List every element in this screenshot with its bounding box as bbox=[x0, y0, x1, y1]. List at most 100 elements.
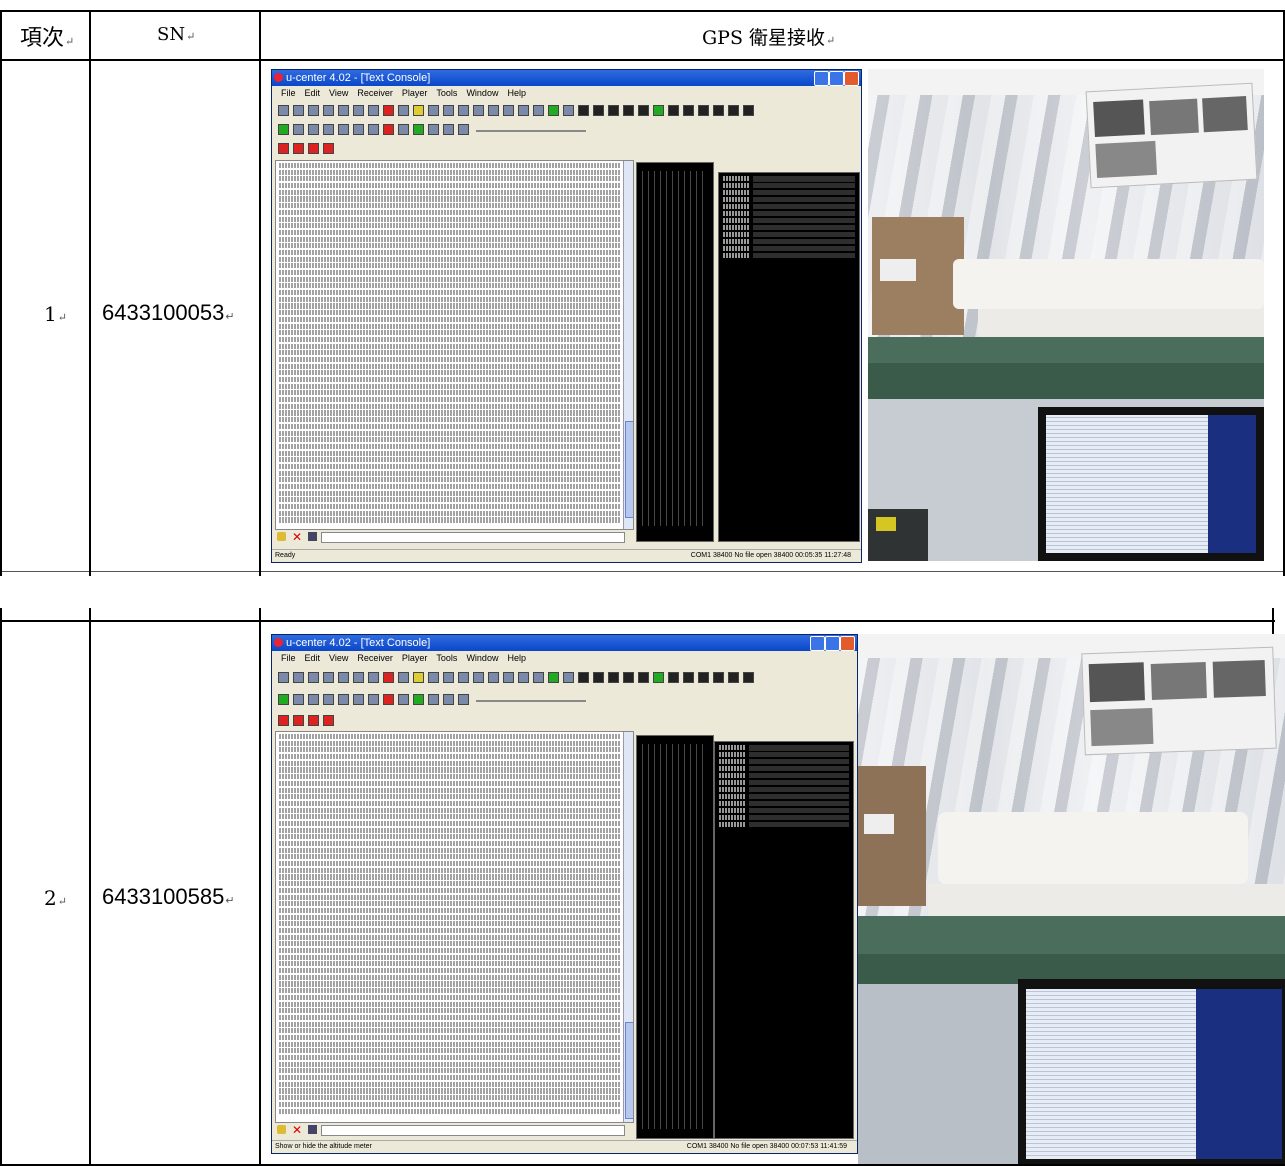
console-line bbox=[279, 477, 621, 483]
console-line bbox=[279, 504, 621, 510]
console-line bbox=[279, 941, 621, 947]
window-titlebar: u-center 4.02 - [Text Console] bbox=[272, 635, 857, 651]
console-line bbox=[279, 169, 621, 175]
data-view-row bbox=[721, 231, 857, 238]
row1-ucenter-screenshot: u-center 4.02 - [Text Console] File Edit V… bbox=[271, 69, 862, 563]
console-line bbox=[279, 954, 621, 960]
close-icon bbox=[840, 636, 855, 651]
console-line bbox=[279, 283, 621, 289]
text-console bbox=[275, 160, 634, 530]
console-line bbox=[279, 807, 621, 813]
console-line bbox=[279, 1028, 621, 1034]
data-view-row bbox=[721, 203, 857, 210]
console-line bbox=[279, 894, 621, 900]
console-line bbox=[279, 510, 621, 516]
window-title: u-center 4.02 - [Text Console] bbox=[286, 72, 431, 84]
row1-gps-setup-photo bbox=[868, 69, 1264, 561]
console-line bbox=[279, 343, 621, 349]
data-view-row bbox=[717, 745, 851, 751]
data-view-row bbox=[717, 821, 851, 828]
console-line bbox=[279, 921, 621, 927]
data-view-row bbox=[721, 210, 857, 217]
console-line bbox=[279, 901, 621, 907]
console-line bbox=[279, 249, 621, 256]
console-input-bar: ✕ bbox=[275, 530, 625, 544]
console-line bbox=[279, 747, 621, 753]
row2-sn: 6433100585↵ bbox=[102, 884, 235, 909]
menu-bar: File Edit View Receiver Player Tools Window Hel… bbox=[281, 653, 526, 663]
console-line bbox=[279, 430, 621, 436]
console-line bbox=[279, 323, 621, 329]
header-gps: GPS 衛星接收↵ bbox=[702, 27, 836, 49]
console-input-bar: ✕ bbox=[275, 1123, 625, 1137]
toolbar-3 bbox=[276, 712, 853, 728]
console-line bbox=[279, 961, 621, 967]
console-line bbox=[279, 1095, 621, 1101]
toolbar-3 bbox=[276, 140, 857, 156]
maximize-icon bbox=[829, 71, 844, 86]
console-line bbox=[279, 397, 621, 403]
console-line bbox=[279, 1001, 621, 1007]
console-scrollbar bbox=[623, 161, 633, 529]
console-line bbox=[279, 734, 621, 740]
console-line bbox=[279, 370, 621, 376]
clipped-heading-fragment bbox=[35, 0, 95, 4]
data-view-panel bbox=[718, 172, 860, 542]
console-line bbox=[279, 303, 621, 309]
console-line bbox=[279, 1108, 621, 1114]
close-icon bbox=[844, 71, 859, 86]
console-line bbox=[279, 1048, 621, 1054]
header-sn: SN↵ bbox=[157, 24, 196, 45]
console-line bbox=[279, 243, 621, 249]
console-line bbox=[279, 490, 621, 496]
console-line bbox=[279, 834, 621, 840]
console-line bbox=[279, 927, 621, 934]
data-view-row bbox=[717, 772, 851, 779]
app-icon bbox=[274, 638, 283, 647]
menu-bar: File Edit View Receiver Player Tools Window Hel… bbox=[281, 88, 526, 98]
console-line bbox=[279, 994, 621, 1000]
status-bar: Show or hide the altitude meter COM1 384… bbox=[272, 1140, 857, 1153]
maximize-icon bbox=[825, 636, 840, 651]
toolbar-2 bbox=[276, 121, 857, 137]
row2-item-no: 2↵ bbox=[44, 886, 67, 910]
console-line bbox=[279, 780, 621, 786]
console-line bbox=[279, 229, 621, 235]
console-line bbox=[279, 350, 621, 356]
console-line bbox=[279, 767, 621, 773]
data-view-row bbox=[721, 217, 857, 224]
data-view-row bbox=[721, 189, 857, 196]
minimize-icon bbox=[814, 71, 829, 86]
console-line bbox=[279, 774, 621, 780]
console-line bbox=[279, 841, 621, 847]
console-line bbox=[279, 216, 621, 222]
header-item-no: 項次↵ bbox=[20, 26, 75, 51]
console-line bbox=[279, 1055, 621, 1061]
data-view-row bbox=[717, 793, 851, 800]
data-view-row bbox=[717, 807, 851, 814]
minimize-icon bbox=[810, 636, 825, 651]
console-line bbox=[279, 417, 621, 423]
console-line bbox=[279, 517, 621, 523]
data-view-row bbox=[721, 196, 857, 203]
row1-sn: 6433100053↵ bbox=[102, 300, 235, 325]
console-scrollbar bbox=[623, 732, 633, 1122]
console-line bbox=[279, 1008, 621, 1014]
console-line bbox=[279, 820, 621, 827]
data-view-row bbox=[717, 786, 851, 793]
console-line bbox=[279, 740, 621, 746]
console-line bbox=[279, 1088, 621, 1094]
console-line bbox=[279, 1061, 621, 1067]
console-line bbox=[279, 968, 621, 974]
console-line bbox=[279, 183, 621, 189]
console-line bbox=[279, 276, 621, 282]
altitude-meter-panel bbox=[636, 162, 714, 542]
data-view-panel bbox=[714, 741, 854, 1139]
row2-ucenter-screenshot: u-center 4.02 - [Text Console] File Edit V… bbox=[271, 634, 858, 1154]
console-line bbox=[279, 457, 621, 463]
console-line bbox=[279, 1101, 621, 1107]
console-line bbox=[279, 450, 621, 456]
window-title: u-center 4.02 - [Text Console] bbox=[286, 637, 431, 649]
console-line bbox=[279, 316, 621, 322]
console-line bbox=[279, 1081, 621, 1087]
